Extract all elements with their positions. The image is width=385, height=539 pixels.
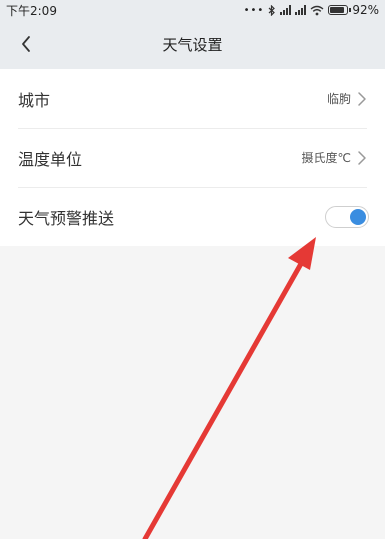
chevron-right-icon <box>358 150 366 165</box>
battery-fill <box>330 7 345 13</box>
nav-header: 天气设置 <box>0 20 385 69</box>
back-button[interactable] <box>14 32 38 56</box>
more-dots-icon: ••• <box>243 4 265 16</box>
setting-right: 临朐 <box>327 90 367 107</box>
signal-icon <box>295 5 307 15</box>
page-title: 天气设置 <box>162 36 223 54</box>
status-time: 下午2:09 <box>6 3 57 18</box>
setting-right: 摄氏度℃ <box>302 149 367 166</box>
weather-alert-toggle[interactable] <box>325 205 369 228</box>
chevron-right-icon <box>358 91 366 106</box>
setting-row-city[interactable]: 城市 临朐 <box>0 69 385 128</box>
battery-percent: 92% <box>352 3 379 17</box>
setting-row-weather-alert: 天气预警推送 <box>0 187 385 246</box>
battery-icon <box>328 5 352 15</box>
chevron-left-icon <box>22 36 30 52</box>
status-bar: 下午2:09 ••• 92% <box>0 0 385 20</box>
wifi-icon <box>310 5 324 15</box>
bluetooth-icon <box>268 4 276 16</box>
setting-label: 温度单位 <box>18 149 83 169</box>
setting-row-temperature-unit[interactable]: 温度单位 摄氏度℃ <box>0 128 385 187</box>
signal-icon <box>280 5 292 15</box>
setting-label: 城市 <box>18 90 51 110</box>
setting-value: 临朐 <box>326 92 351 106</box>
toggle-knob <box>350 208 366 225</box>
setting-label: 天气预警推送 <box>18 208 115 228</box>
settings-list: 城市 临朐 温度单位 摄氏度℃ 天气预警推送 <box>0 69 385 246</box>
status-icons: ••• 92% <box>244 3 379 17</box>
setting-value: 摄氏度℃ <box>301 151 351 165</box>
